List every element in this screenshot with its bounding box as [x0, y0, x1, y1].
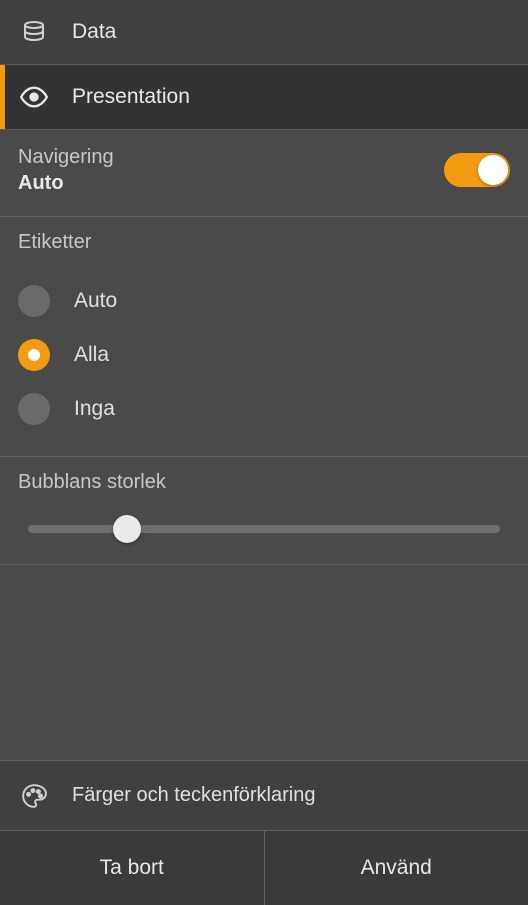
tab-data-label: Data [72, 20, 116, 44]
navigation-label: Navigering [18, 144, 114, 170]
palette-icon [20, 783, 48, 809]
tab-data[interactable]: Data [0, 0, 528, 65]
database-icon [20, 20, 48, 44]
navigation-text: Navigering Auto [18, 144, 114, 196]
navigation-toggle[interactable] [444, 153, 510, 187]
radio-label: Alla [74, 343, 109, 367]
radio-option-inga[interactable]: Inga [18, 382, 510, 436]
footer-buttons: Ta bort Använd [0, 831, 528, 905]
tab-presentation[interactable]: Presentation [0, 65, 528, 130]
radio-option-auto[interactable]: Auto [18, 274, 510, 328]
colors-legend-label: Färger och teckenförklaring [72, 784, 315, 807]
navigation-value: Auto [18, 170, 114, 196]
remove-button[interactable]: Ta bort [0, 831, 265, 905]
slider-track [28, 525, 500, 533]
eye-icon [20, 83, 48, 111]
slider-thumb [113, 515, 141, 543]
apply-button[interactable]: Använd [265, 831, 528, 905]
labels-title: Etiketter [18, 231, 510, 254]
radio-option-alla[interactable]: Alla [18, 328, 510, 382]
bubble-size-section: Bubblans storlek [0, 457, 528, 565]
colors-legend-row[interactable]: Färger och teckenförklaring [0, 761, 528, 831]
radio-label: Inga [74, 397, 115, 421]
bubble-size-slider[interactable] [28, 514, 500, 544]
content-spacer [0, 565, 528, 761]
properties-panel: Data Presentation Navigering Auto Et [0, 0, 528, 905]
presentation-content: Navigering Auto Etiketter Auto Alla Inga [0, 130, 528, 905]
tab-presentation-label: Presentation [72, 85, 190, 109]
bubble-size-title: Bubblans storlek [18, 471, 510, 494]
radio-icon [18, 339, 50, 371]
navigation-section: Navigering Auto [0, 130, 528, 217]
radio-label: Auto [74, 289, 117, 313]
labels-section: Etiketter Auto Alla Inga [0, 217, 528, 457]
toggle-knob [478, 155, 508, 185]
radio-icon [18, 393, 50, 425]
radio-icon [18, 285, 50, 317]
